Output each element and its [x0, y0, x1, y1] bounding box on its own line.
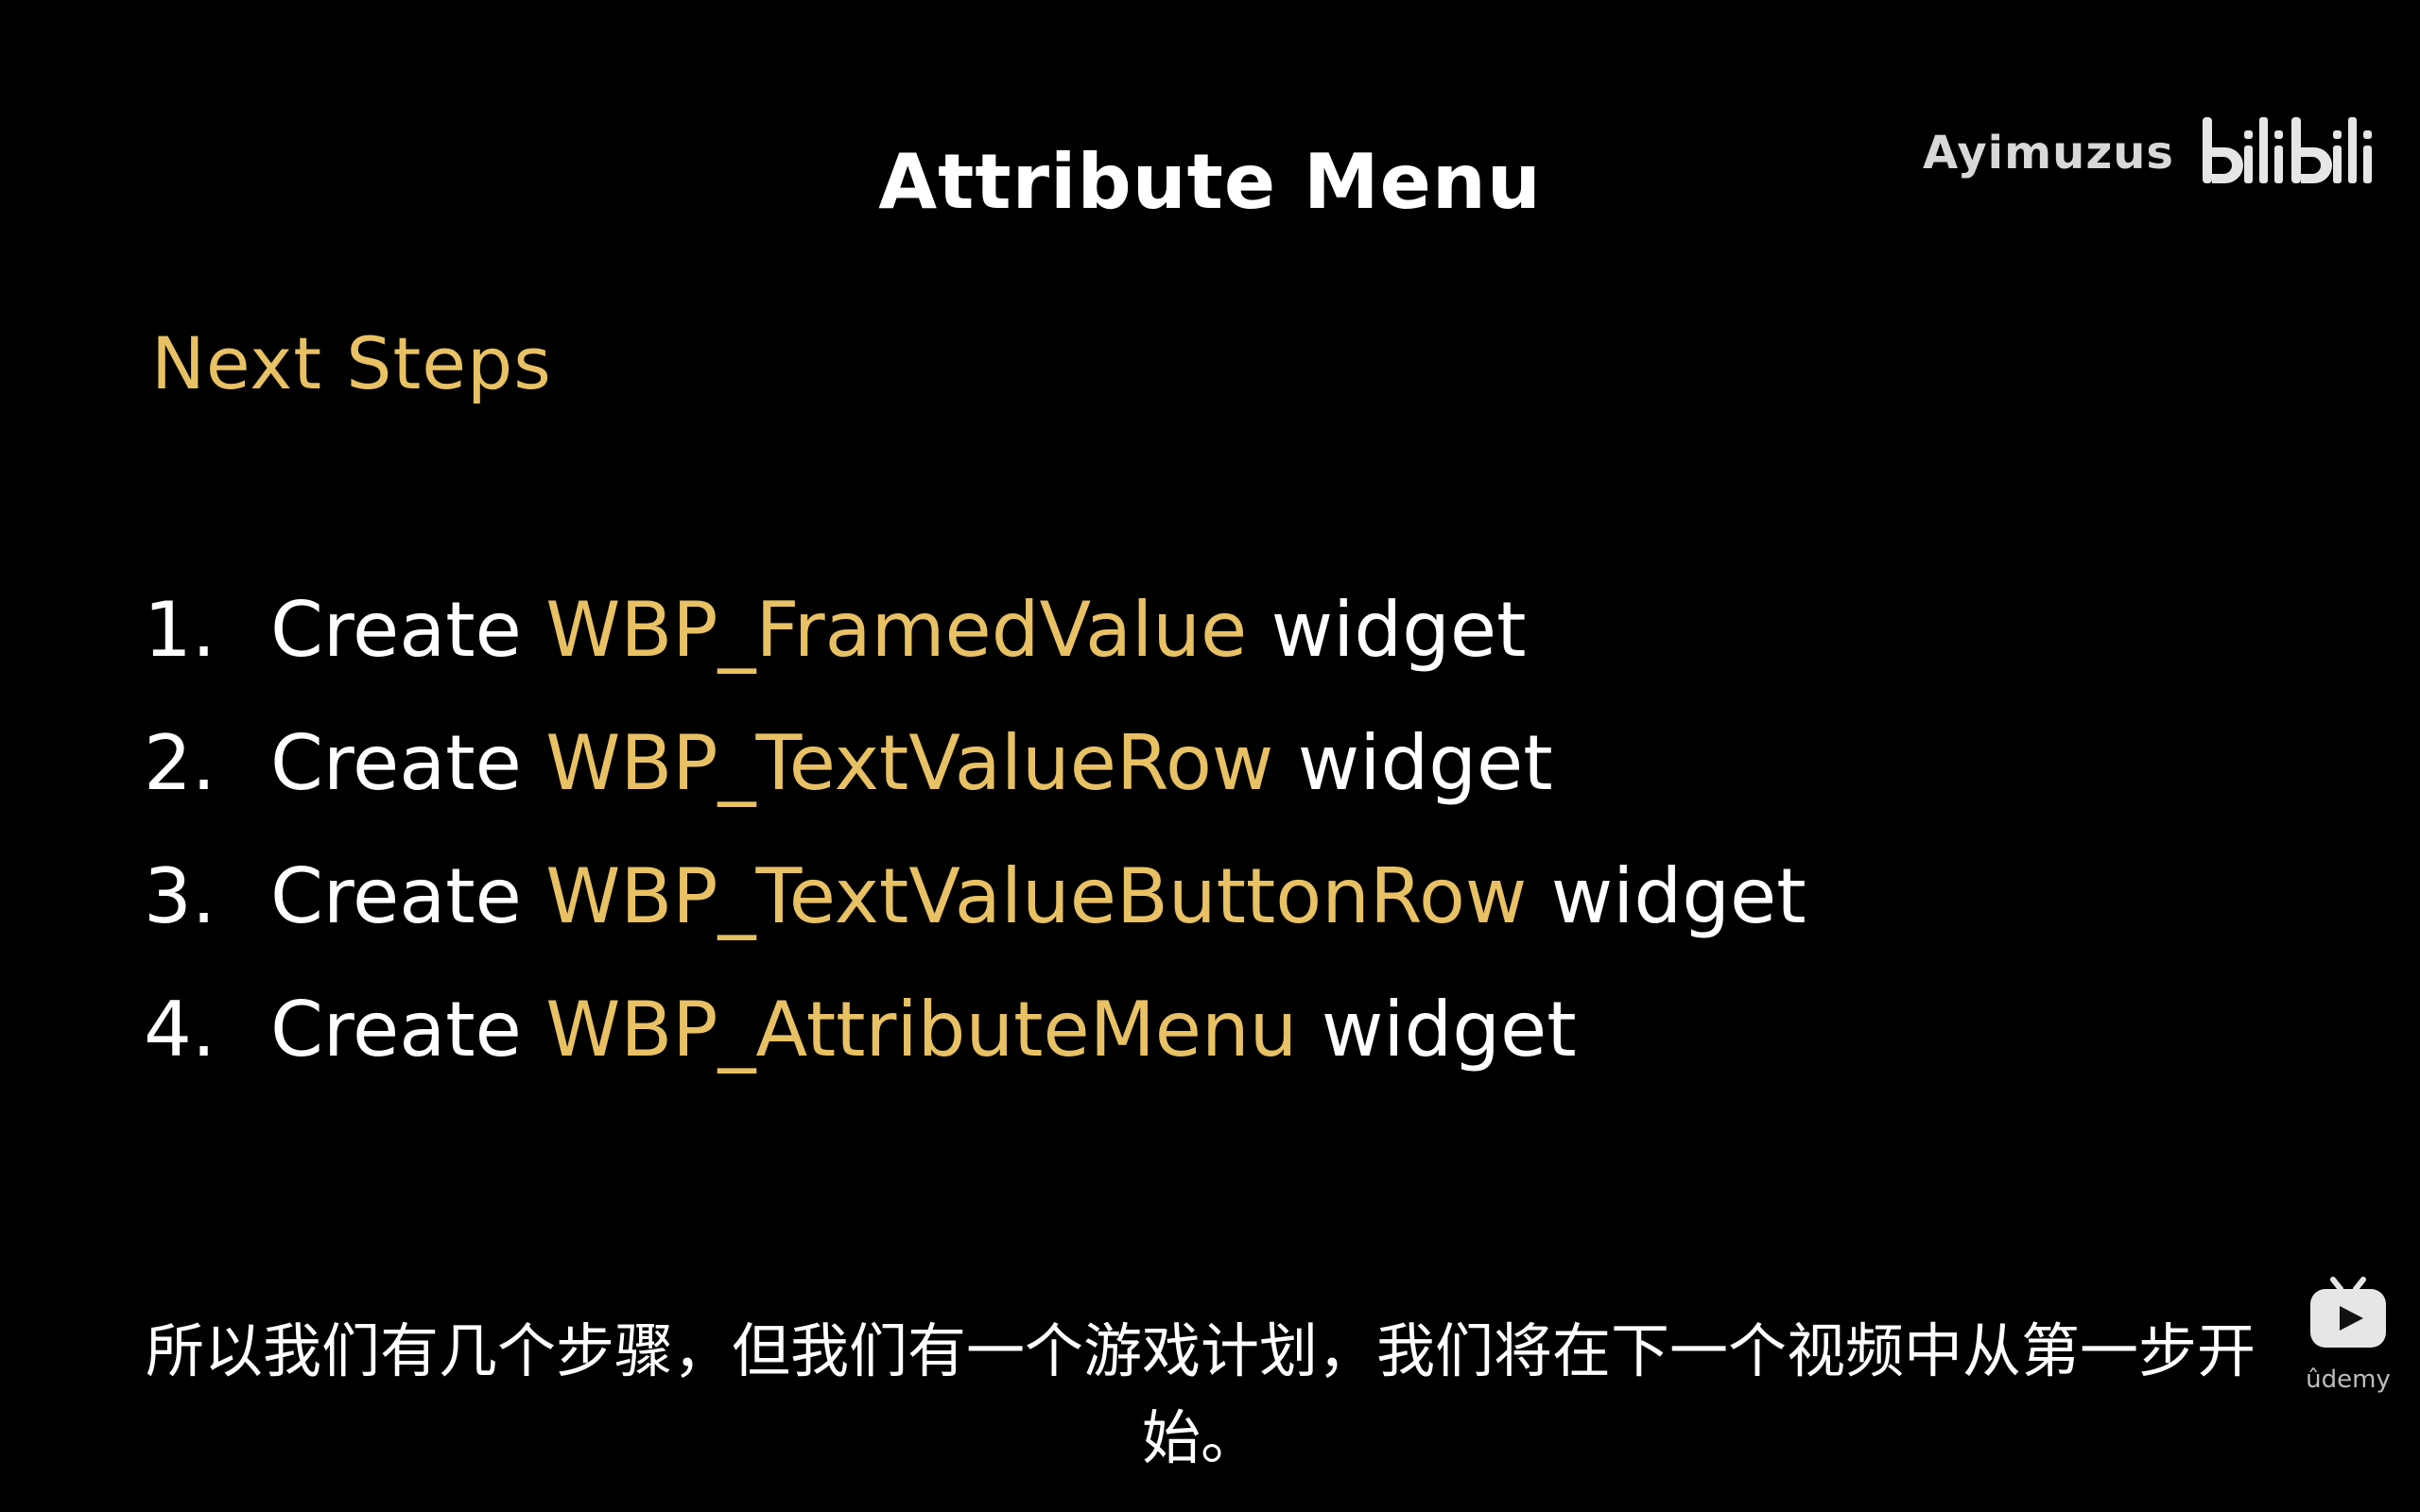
player-badge: ûdemy [2291, 1276, 2405, 1394]
step-suffix: widget [1297, 719, 1553, 807]
steps-list: 1. Create WBP_FramedValue widget 2. Crea… [144, 578, 1806, 1111]
step-number: 3. [144, 852, 216, 940]
step-widget-name: WBP_FramedValue [545, 586, 1248, 674]
udemy-label: ûdemy [2306, 1366, 2391, 1394]
step-widget-name: WBP_AttributeMenu [545, 986, 1298, 1074]
watermark-user: Ayimuzus [1922, 127, 2174, 180]
step-item: 3. Create WBP_TextValueButtonRow widget [144, 845, 1806, 978]
step-item: 2. Create WBP_TextValueRow widget [144, 712, 1806, 845]
step-verb: Create [270, 719, 522, 807]
step-number: 2. [144, 719, 216, 807]
step-widget-name: WBP_TextValueButtonRow [545, 852, 1528, 940]
step-number: 4. [144, 986, 216, 1074]
step-widget-name: WBP_TextValueRow [545, 719, 1274, 807]
step-suffix: widget [1550, 852, 1806, 940]
step-item: 4. Create WBP_AttributeMenu widget [144, 978, 1806, 1111]
step-verb: Create [270, 852, 522, 940]
step-verb: Create [270, 586, 522, 674]
step-item: 1. Create WBP_FramedValue widget [144, 578, 1806, 712]
bilibili-logo-icon [2199, 113, 2375, 193]
step-number: 1. [144, 586, 216, 674]
subtitle-line-1: 所以我们有几个步骤，但我们有一个游戏计划，我们将在下一个视频中从第一步开 [145, 1316, 2256, 1385]
video-frame: Attribute Menu Ayimuzus Next Steps 1. Cr… [0, 0, 2420, 1512]
watermark: Ayimuzus [1923, 113, 2375, 193]
subtitle-line-2: 始。 [1141, 1403, 1259, 1472]
step-suffix: widget [1321, 986, 1577, 1074]
subtitle-caption: 所以我们有几个步骤，但我们有一个游戏计划，我们将在下一个视频中从第一步开 始。 [113, 1308, 2288, 1482]
step-verb: Create [270, 986, 522, 1074]
tv-play-icon [2308, 1276, 2388, 1356]
step-suffix: widget [1270, 586, 1527, 674]
section-heading: Next Steps [151, 321, 552, 405]
